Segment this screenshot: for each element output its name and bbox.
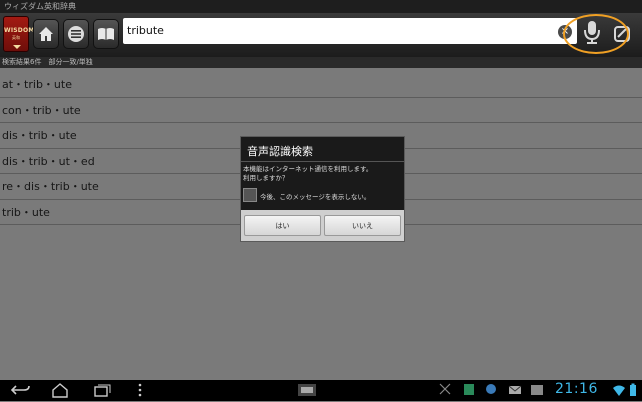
status-clock: 21:16: [555, 381, 598, 397]
app-logo[interactable]: WISDOM 英和: [3, 16, 35, 52]
dialog-message-line: 本機能はインターネット通信を利用します。: [243, 165, 373, 173]
android-icon: [486, 384, 496, 394]
app-notification-icon: [464, 384, 474, 395]
wifi-status: [612, 382, 626, 402]
back-button[interactable]: [10, 382, 32, 402]
dialog-divider: [241, 161, 404, 162]
overflow-menu-icon: [138, 383, 142, 397]
screen-compat-button[interactable]: [296, 382, 318, 402]
window-icon: [298, 384, 316, 396]
history-button[interactable]: [63, 19, 89, 49]
battery-status: [628, 382, 638, 402]
home-nav-button[interactable]: [50, 382, 70, 402]
dialog-title: 音声認識検索: [247, 145, 313, 158]
dialog-message: 本機能はインターネット通信を利用します。 利用しますか？: [243, 165, 403, 183]
search-input[interactable]: tribute: [123, 18, 577, 44]
expand-icon: [439, 383, 451, 395]
battery-icon: [630, 383, 636, 396]
notification-image-icon[interactable]: [530, 382, 544, 402]
toolbar: WISDOM 英和 tribute ×: [0, 13, 642, 57]
notification-mail-icon[interactable]: [508, 382, 522, 402]
dialog-message-line: 利用しますか？: [243, 174, 289, 182]
logo-text: WISDOM: [4, 27, 35, 34]
bookmark-button[interactable]: [93, 19, 119, 49]
notification-android-icon[interactable]: [484, 382, 498, 402]
mail-icon: [508, 385, 522, 394]
book-icon: [98, 28, 114, 40]
home-outline-icon: [52, 383, 68, 398]
dont-show-again-label: 今後、このメッセージを表示しない。: [260, 193, 371, 201]
recent-apps-button[interactable]: [92, 382, 112, 402]
list-item[interactable]: con・trib・ute: [0, 98, 642, 123]
yes-button[interactable]: はい: [244, 215, 321, 236]
logo-subtext: 英和: [12, 35, 20, 40]
list-item[interactable]: at・trib・ute: [0, 72, 642, 98]
recent-apps-icon: [94, 384, 111, 397]
notification-app-icon[interactable]: [462, 382, 476, 402]
back-icon: [10, 385, 30, 395]
home-button[interactable]: [33, 19, 59, 49]
wifi-icon: [613, 385, 625, 396]
dont-show-again-checkbox[interactable]: [243, 188, 257, 202]
results-header: 検索結果6件 部分一致/単独: [0, 57, 642, 68]
voice-search-dialog: 音声認識検索 本機能はインターネット通信を利用します。 利用しますか？ 今後、こ…: [240, 136, 405, 242]
window-title: ウィズダム英和辞典: [0, 0, 642, 13]
expand-button[interactable]: [438, 382, 452, 402]
home-icon: [39, 27, 53, 41]
image-icon: [531, 385, 543, 395]
dialog-button-bar: はい いいえ: [241, 210, 404, 241]
menu-button[interactable]: [136, 382, 144, 402]
list-icon: [68, 26, 84, 42]
highlight-circle: [563, 14, 629, 54]
no-button[interactable]: いいえ: [324, 215, 401, 236]
system-navigation-bar: 21:16: [0, 380, 642, 401]
logo-dropdown-icon: [13, 45, 21, 49]
